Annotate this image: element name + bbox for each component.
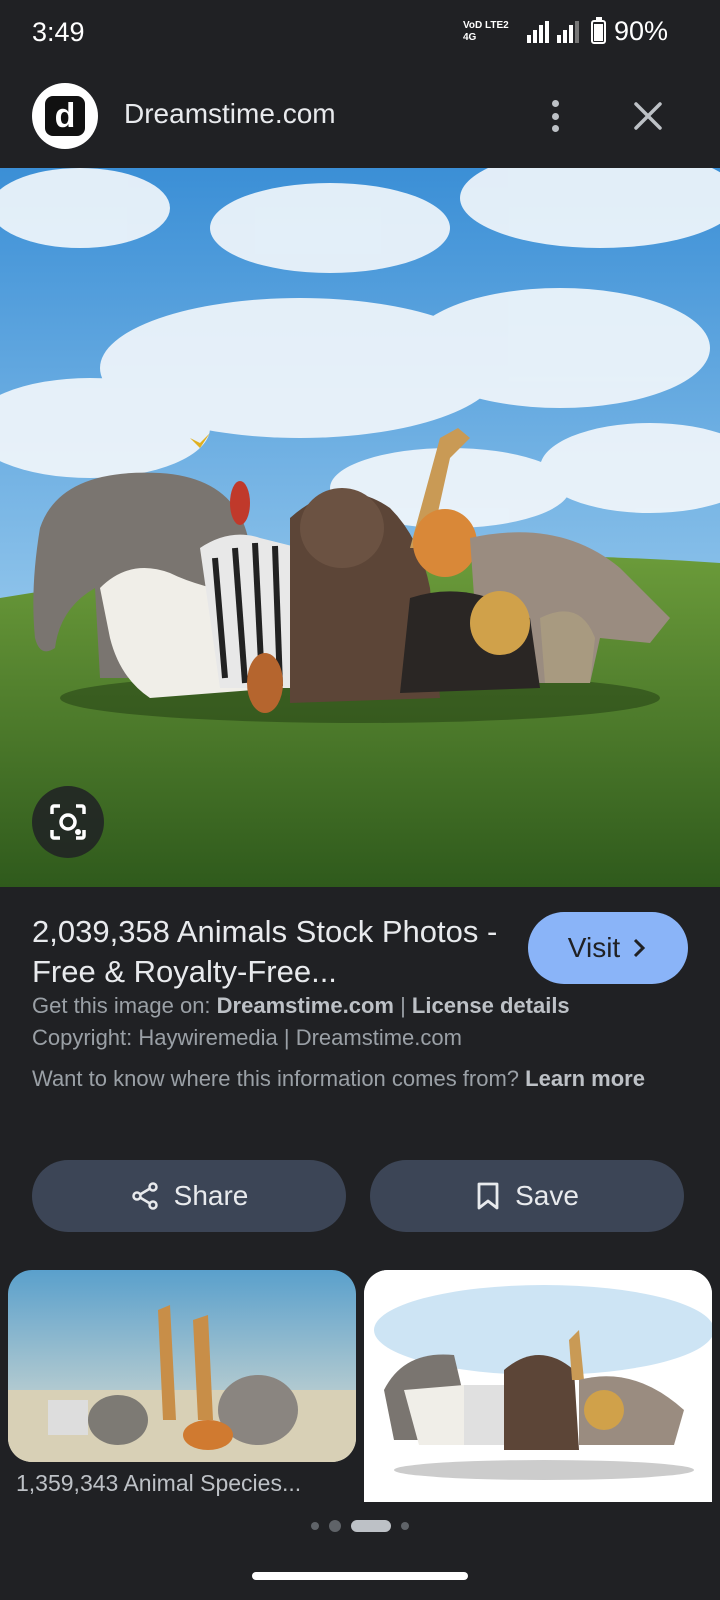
license-details-link[interactable]: License details [412,993,570,1018]
network-type-icon: VoD LTE2 4G [462,19,509,43]
close-icon[interactable] [628,96,668,136]
signal-strength-icon [526,20,549,43]
page-dot [401,1522,409,1530]
viewer-header: d Dreamstime.com [0,66,720,168]
image-viewer-page: 3:49 VoD LTE2 4G 90% d Dreamstime.com 2,… [0,0,720,1600]
related-image-2[interactable] [364,1270,712,1502]
site-name[interactable]: Dreamstime.com [124,98,336,130]
home-indicator[interactable] [252,1572,468,1580]
share-label: Share [173,1180,249,1211]
copyright-line: Copyright: Haywiremedia | Dreamstime.com [32,1025,462,1050]
result-title[interactable]: 2,039,358 Animals Stock Photos - Free & … [32,912,502,992]
site-logo[interactable]: d [32,83,98,149]
share-icon [131,1182,158,1210]
carousel-indicator [0,1520,720,1532]
signal-strength-2-icon [556,20,579,43]
page-dot [329,1520,341,1532]
save-button[interactable]: Save [370,1160,684,1232]
related-image-1-caption[interactable]: 1,359,343 Animal Species... [16,1470,346,1497]
learn-more-link[interactable]: Learn more [525,1066,645,1091]
battery-percent: 90% [613,16,668,46]
info-source-line: Want to know where this information come… [32,1066,645,1091]
site-logo-letter: d [45,96,85,136]
visit-button[interactable]: Visit [528,912,688,984]
save-label: Save [515,1180,579,1211]
related-image-1[interactable] [8,1270,356,1462]
page-dot-active [351,1520,391,1532]
battery-icon [590,16,606,44]
image-source-line: Get this image on: Dreamstime.com | Lice… [32,993,570,1018]
lens-icon [50,804,86,840]
page-dot [311,1522,319,1530]
status-icons: VoD LTE2 4G 90% [463,16,668,47]
source-site-link[interactable]: Dreamstime.com [217,993,394,1018]
main-image[interactable] [0,168,720,887]
bookmark-icon [477,1182,499,1210]
status-bar: 3:49 VoD LTE2 4G 90% [0,0,720,66]
chevron-right-icon [634,938,646,958]
status-time: 3:49 [32,17,85,47]
visit-label: Visit [567,932,621,963]
google-lens-button[interactable] [32,786,104,858]
more-options-icon[interactable] [540,96,570,136]
share-button[interactable]: Share [32,1160,346,1232]
